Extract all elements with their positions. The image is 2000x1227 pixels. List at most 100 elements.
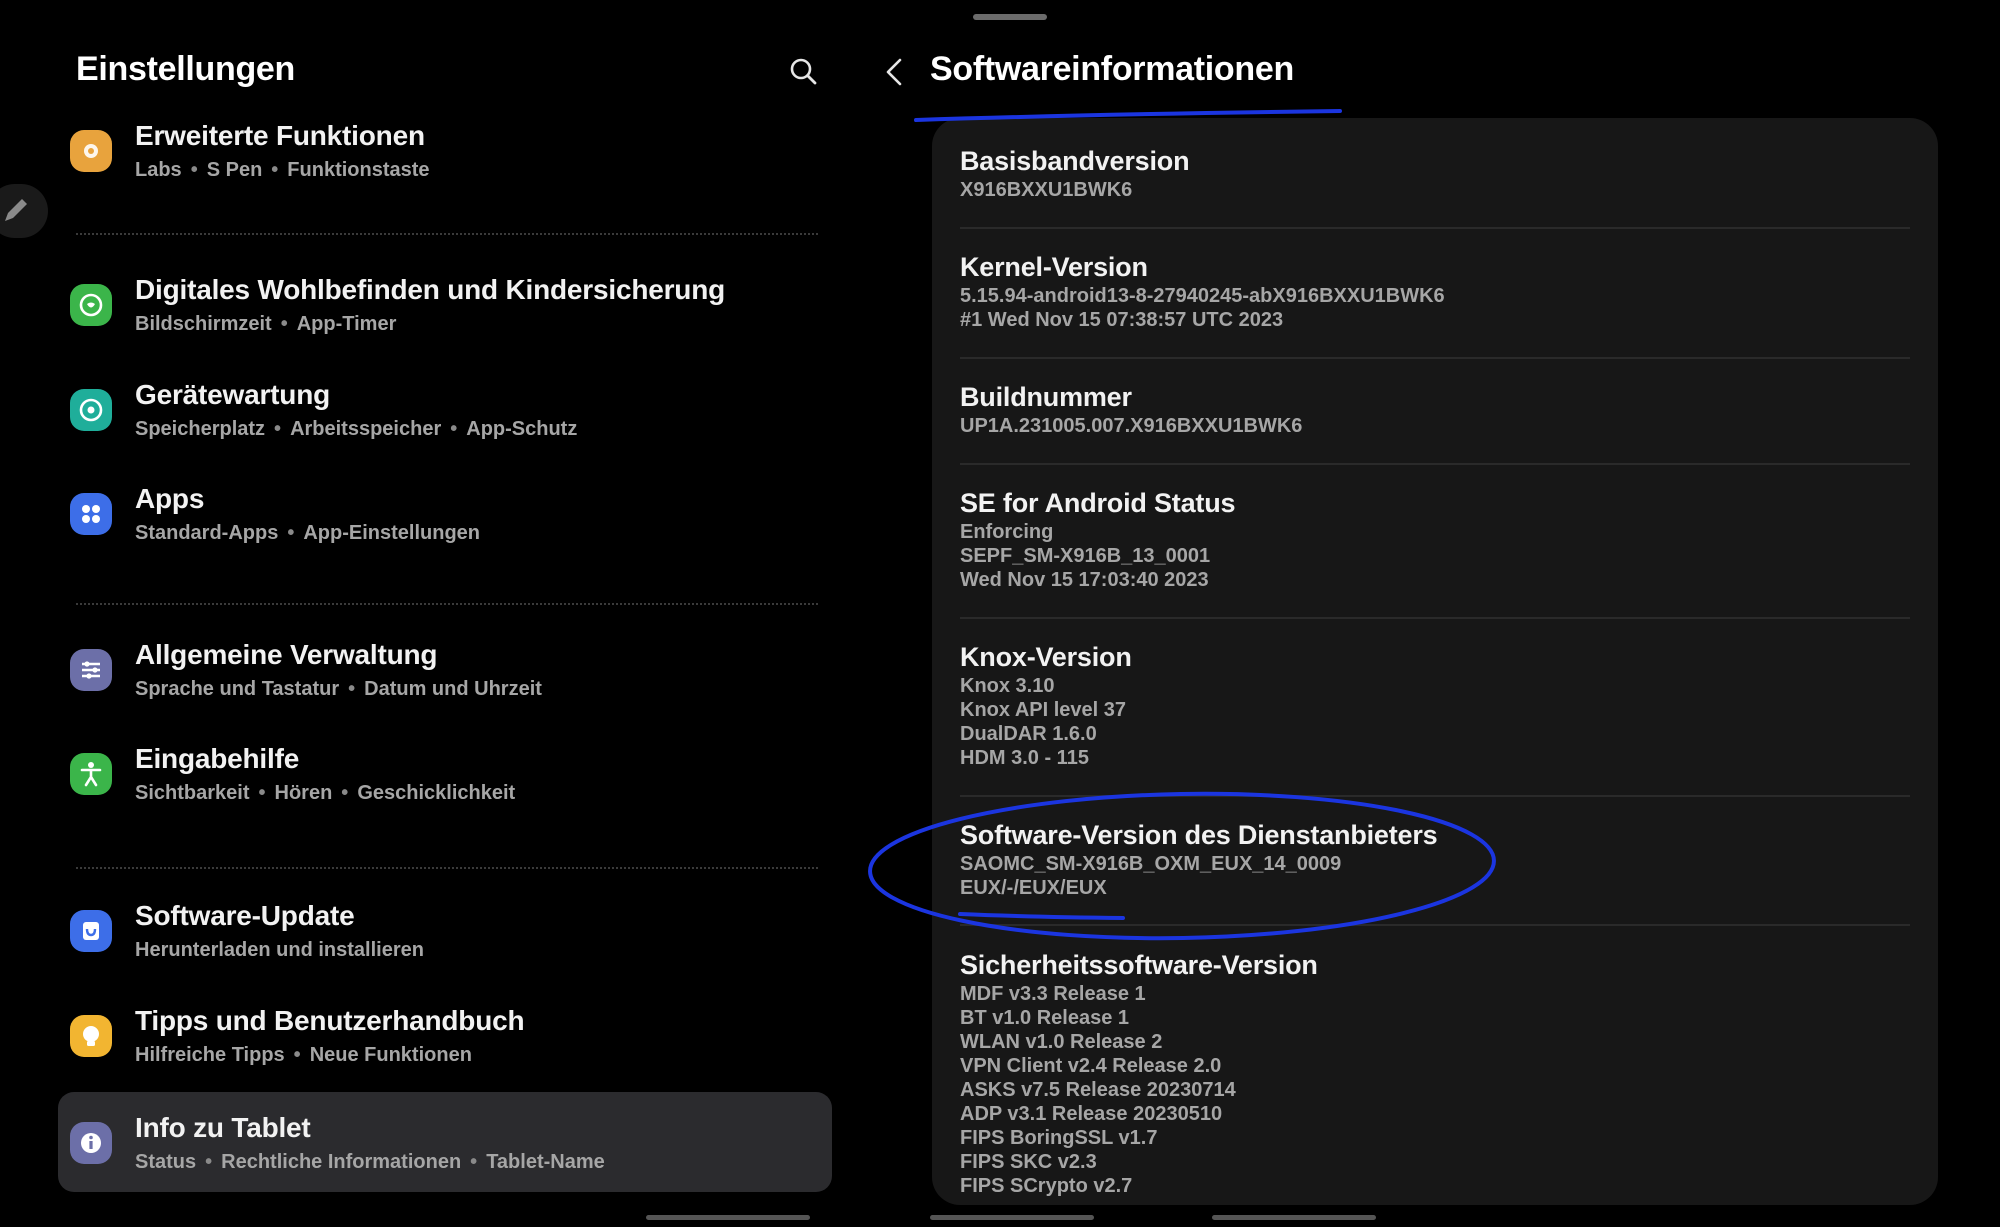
info-row-label: Sicherheitssoftware-Version bbox=[960, 950, 1318, 980]
separator-dot: • bbox=[271, 159, 279, 181]
menu-item-info-zu-tablet[interactable]: Info zu Tablet Status • Rechtliche Informa… bbox=[58, 1092, 832, 1192]
menu-item-subtitle-part: Geschicklichkeit bbox=[357, 782, 516, 804]
menu-item-subtitle-part: Sprache und Tastatur bbox=[135, 678, 340, 700]
info-row-value: ADP v3.1 Release 20230510 bbox=[960, 1103, 1223, 1125]
row-divider bbox=[960, 795, 1910, 797]
menu-item-subtitle: Hilfreiche Tipps • Neue Funktionen bbox=[135, 1044, 472, 1067]
device-care-icon bbox=[70, 389, 112, 431]
separator-dot: • bbox=[205, 1151, 213, 1173]
menu-item-label: Info zu Tablet bbox=[135, 1112, 311, 1143]
info-row[interactable]: Buildnummer UP1A.231005.007.X916BXXU1BWK6 bbox=[960, 380, 1910, 438]
menu-item-subtitle: Labs • S Pen • Funktionstaste bbox=[135, 159, 430, 182]
menu-item-subtitle-part: Arbeitsspeicher bbox=[290, 418, 442, 440]
menu-item-subtitle-part: App-Schutz bbox=[466, 418, 578, 440]
menu-item-allgemeine-verwaltung[interactable]: Allgemeine Verwaltung Sprache und Tastat… bbox=[58, 619, 832, 719]
menu-item-eingabehilfe[interactable]: Eingabehilfe Sichtbarkeit • Hören • Geschick… bbox=[58, 723, 832, 823]
menu-item-subtitle-part: Rechtliche Informationen bbox=[221, 1151, 462, 1173]
menu-item-apps[interactable]: Apps Standard-Apps • App-Einstellungen bbox=[58, 463, 832, 563]
info-row-value: X916BXXU1BWK6 bbox=[960, 179, 1133, 201]
menu-item-label: Tipps und Benutzerhandbuch bbox=[135, 1005, 525, 1036]
row-divider bbox=[960, 357, 1910, 359]
separator-dot: • bbox=[450, 418, 458, 440]
menu-item-subtitle-part: App-Einstellungen bbox=[303, 522, 481, 544]
tips-icon bbox=[70, 1015, 112, 1057]
menu-item-subtitle-part: Hören bbox=[274, 782, 333, 804]
right-home-bar bbox=[1212, 1215, 1376, 1220]
advanced-features-icon bbox=[70, 130, 112, 172]
info-row-value: DualDAR 1.6.0 bbox=[960, 723, 1097, 745]
info-row[interactable]: Basisbandversion X916BXXU1BWK6 bbox=[960, 144, 1910, 202]
info-row-label: Knox-Version bbox=[960, 642, 1132, 672]
menu-item-subtitle-part: Neue Funktionen bbox=[309, 1044, 472, 1066]
separator-dot: • bbox=[287, 522, 295, 544]
info-row[interactable]: SE for Android Status Enforcing SEPF_SM-X9… bbox=[960, 486, 1910, 592]
menu-item-label: Gerätewartung bbox=[135, 379, 330, 410]
menu-item-label: Erweiterte Funktionen bbox=[135, 120, 425, 151]
info-row-value: UP1A.231005.007.X916BXXU1BWK6 bbox=[960, 415, 1303, 437]
info-row-value: WLAN v1.0 Release 2 bbox=[960, 1031, 1163, 1053]
row-divider bbox=[960, 924, 1910, 926]
menu-item-erweiterte-funktionen[interactable]: Erweiterte Funktionen Labs • S Pen • Funktio… bbox=[58, 100, 832, 200]
menu-item-subtitle: Speicherplatz • Arbeitsspeicher • App-Schutz bbox=[135, 418, 577, 441]
info-row-value: Enforcing bbox=[960, 521, 1054, 543]
separator-dot: • bbox=[341, 782, 349, 804]
software-update-icon bbox=[70, 910, 112, 952]
menu-item-software-update[interactable]: Software-Update Herunterladen und instal… bbox=[58, 880, 832, 980]
menu-item-subtitle-part: Sichtbarkeit bbox=[135, 782, 250, 804]
separator-dot: • bbox=[274, 418, 282, 440]
software-info-card[interactable]: Basisbandversion X916BXXU1BWK6 Kernel-Vers… bbox=[932, 118, 1938, 1205]
separator-dot: • bbox=[258, 782, 266, 804]
separator-dot: • bbox=[348, 678, 356, 700]
info-row-value: BT v1.0 Release 1 bbox=[960, 1007, 1129, 1029]
menu-item-subtitle-part: Labs bbox=[135, 159, 182, 181]
info-row[interactable]: Knox-Version Knox 3.10 Knox API level 37 Du… bbox=[960, 640, 1910, 770]
info-row-label: Buildnummer bbox=[960, 382, 1132, 412]
menu-item-digitales-wohlbefinden-und-kindersicherung[interactable]: Digitales Wohlbefinden und Kindersicheru… bbox=[58, 254, 832, 354]
info-row[interactable]: Software-Version des Dienstanbieters SAOM… bbox=[960, 818, 1910, 900]
menu-item-subtitle: Bildschirmzeit • App-Timer bbox=[135, 313, 396, 336]
info-row-value: Knox API level 37 bbox=[960, 699, 1126, 721]
info-row[interactable]: Sicherheitssoftware-Version MDF v3.3 Rele… bbox=[960, 948, 1910, 1198]
info-row-label: Software-Version des Dienstanbieters bbox=[960, 820, 1438, 850]
info-row-label: Basisbandversion bbox=[960, 146, 1190, 176]
separator-dot: • bbox=[280, 313, 288, 335]
menu-item-subtitle-part: Datum und Uhrzeit bbox=[364, 678, 542, 700]
menu-item-subtitle: Standard-Apps • App-Einstellungen bbox=[135, 522, 480, 545]
menu-item-subtitle: Status • Rechtliche Informationen • Tablet-N… bbox=[135, 1151, 605, 1174]
separator-dot: • bbox=[293, 1044, 301, 1066]
info-row-value: SAOMC_SM-X916B_OXM_EUX_14_0009 bbox=[960, 853, 1342, 875]
info-row[interactable]: Kernel-Version 5.15.94-android13-8-279402… bbox=[960, 250, 1910, 332]
info-row-value: Wed Nov 15 17:03:40 2023 bbox=[960, 569, 1209, 591]
info-row-value: SEPF_SM-X916B_13_0001 bbox=[960, 545, 1211, 567]
menu-item-subtitle-part: App-Timer bbox=[296, 313, 397, 335]
back-arrow-icon[interactable] bbox=[880, 52, 910, 92]
left-home-bar bbox=[646, 1215, 810, 1220]
row-divider bbox=[960, 617, 1910, 619]
divider bbox=[76, 603, 818, 605]
info-row-value: HDM 3.0 - 115 bbox=[960, 747, 1089, 769]
right-home-bar bbox=[930, 1215, 1094, 1220]
edit-pen-icon[interactable] bbox=[0, 184, 48, 238]
divider bbox=[76, 233, 818, 235]
menu-item-subtitle-part: Status bbox=[135, 1151, 197, 1173]
top-handle[interactable] bbox=[973, 14, 1047, 20]
info-row-label: Kernel-Version bbox=[960, 252, 1148, 282]
apps-icon bbox=[70, 493, 112, 535]
info-row-label: SE for Android Status bbox=[960, 488, 1236, 518]
general-management-icon bbox=[70, 649, 112, 691]
info-row-value: FIPS SKC v2.3 bbox=[960, 1151, 1097, 1173]
info-row-value: FIPS SCrypto v2.7 bbox=[960, 1175, 1133, 1197]
menu-item-subtitle-part: Bildschirmzeit bbox=[135, 313, 272, 335]
digital-wellbeing-icon bbox=[70, 284, 112, 326]
info-row-value: EUX/-/EUX/EUX bbox=[960, 877, 1107, 899]
menu-item-label: Allgemeine Verwaltung bbox=[135, 639, 438, 670]
separator-dot: • bbox=[190, 159, 198, 181]
separator-dot: • bbox=[470, 1151, 478, 1173]
info-row-value: MDF v3.3 Release 1 bbox=[960, 983, 1146, 1005]
info-row-value: FIPS BoringSSL v1.7 bbox=[960, 1127, 1158, 1149]
search-icon[interactable] bbox=[784, 52, 824, 92]
menu-item-gerätewartung[interactable]: Gerätewartung Speicherplatz • Arbeitsspeic… bbox=[58, 359, 832, 459]
settings-title: Einstellungen bbox=[76, 50, 296, 88]
menu-item-subtitle: Sichtbarkeit • Hören • Geschicklichkeit bbox=[135, 782, 515, 805]
menu-item-tipps-und-benutzerhandbuch[interactable]: Tipps und Benutzerhandbuch Hilfreiche Ti… bbox=[58, 985, 832, 1085]
